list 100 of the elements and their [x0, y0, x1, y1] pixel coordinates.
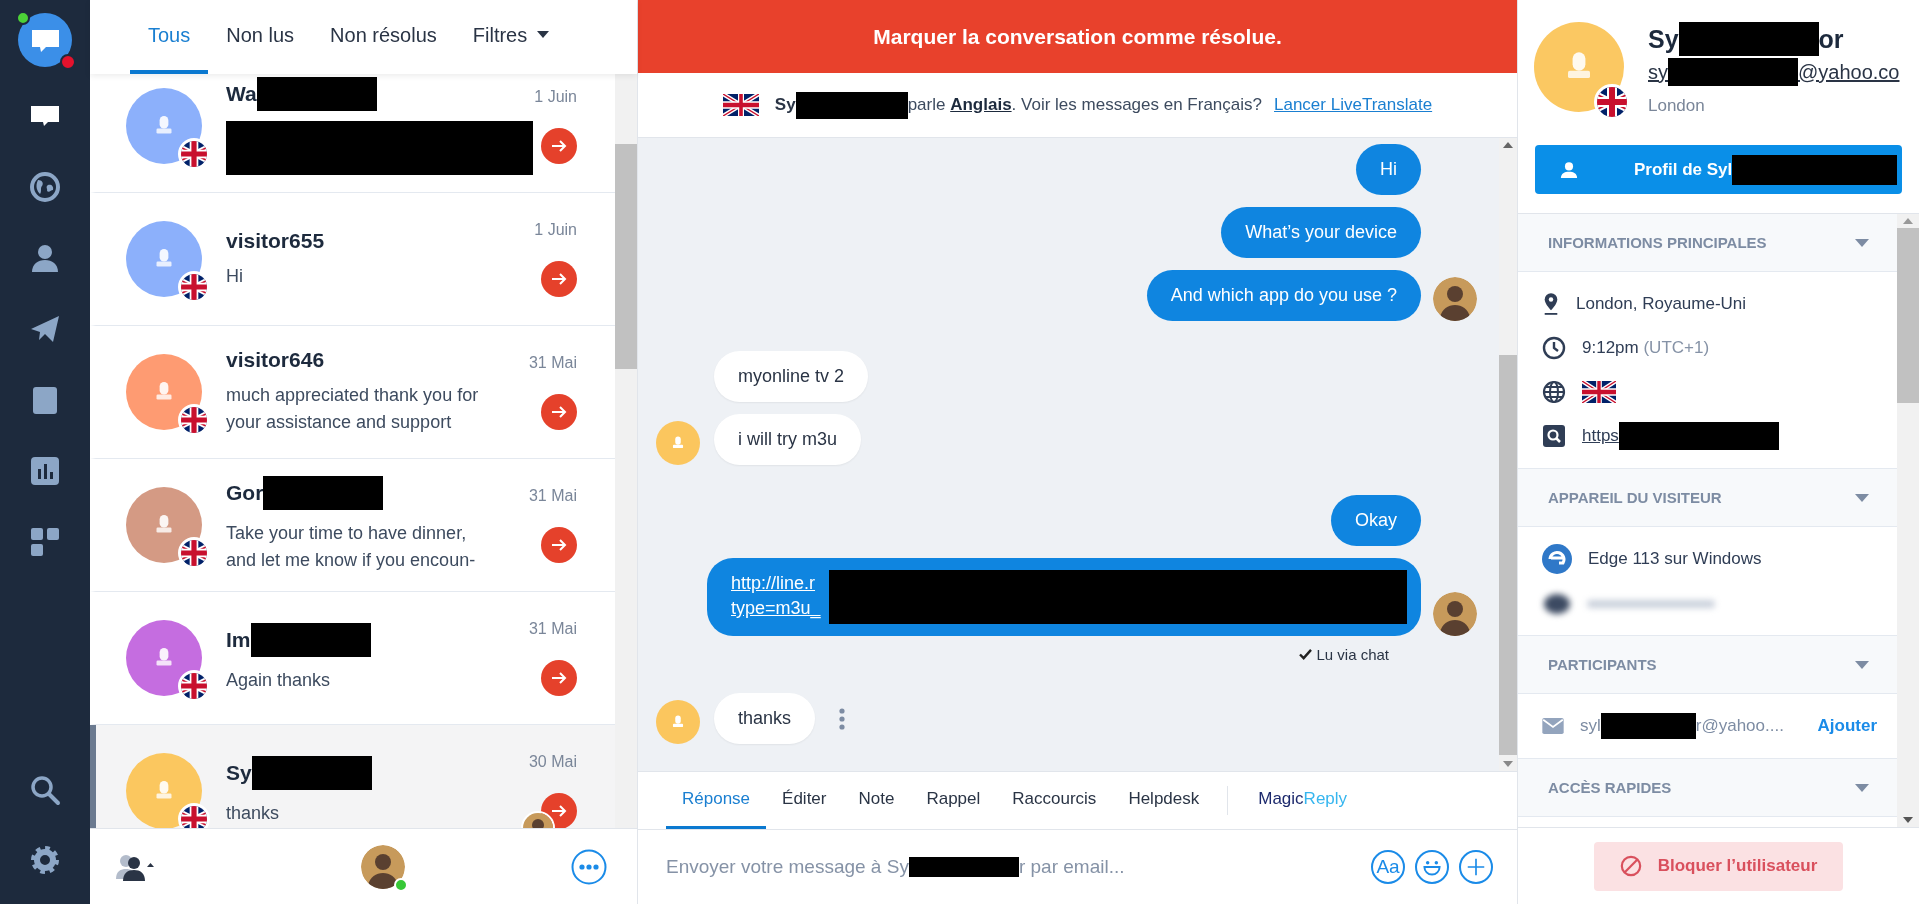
caret-icon	[1855, 783, 1869, 792]
message-bubble: myonline tv 2	[714, 351, 869, 402]
open-conversation-button[interactable]	[541, 394, 577, 430]
location-pin-icon	[1542, 292, 1560, 316]
scrollbar[interactable]	[615, 74, 637, 828]
search-icon[interactable]	[29, 774, 61, 806]
scroll-down-icon[interactable]	[1903, 817, 1913, 823]
agent-avatar[interactable]	[360, 844, 405, 889]
participant-email: r@yahoo....	[1695, 716, 1784, 736]
conversation-item[interactable]: Im Again thanks 31 Mai	[90, 592, 615, 725]
open-conversation-button[interactable]	[541, 128, 577, 164]
agent-avatar	[1433, 277, 1477, 321]
compose-tab[interactable]: Réponse	[666, 772, 767, 829]
conversation-item[interactable]: Sy thanks 30 Mai	[90, 725, 615, 828]
mail-icon	[1542, 718, 1564, 734]
scroll-down-icon[interactable]	[1503, 761, 1513, 767]
conversation-item[interactable]: visitor646 much appreciated thank you for your assistance and support 31 Mai	[90, 326, 615, 459]
visitor-name: or	[1818, 24, 1844, 54]
ban-icon	[1619, 855, 1642, 877]
conversation-item[interactable]: Wa 1 Juin	[90, 74, 615, 193]
read-receipt: Lu via chat	[1316, 646, 1389, 663]
compose-tab[interactable]: Éditer	[766, 772, 843, 829]
clock-icon	[1542, 336, 1566, 360]
message-link[interactable]: http://line.r	[731, 573, 816, 593]
open-conversation-button[interactable]	[541, 261, 577, 297]
filter-tab[interactable]: Non lus	[208, 0, 313, 74]
compose-tab[interactable]: Note	[842, 772, 911, 829]
scroll-up-icon[interactable]	[1503, 142, 1513, 148]
visitor-name: visitor655	[226, 228, 325, 253]
visitor-avatar	[656, 421, 700, 465]
conversation-item[interactable]: Gor Take your time to have dinner, and let me know if you encoun- 31 Mai	[90, 459, 615, 592]
visitor-name: Wa	[226, 82, 257, 106]
uk-flag-icon	[1582, 381, 1616, 403]
conversation-date: 31 Mai	[528, 487, 577, 505]
conversation-date: 1 Juin	[534, 88, 577, 106]
uk-flag-icon	[722, 94, 759, 116]
conversation-date: 31 Mai	[528, 354, 577, 372]
more-button[interactable]	[571, 848, 607, 885]
message-bubble: What’s your device	[1221, 207, 1421, 258]
email-link[interactable]: sy	[1648, 60, 1668, 84]
resolve-banner-button[interactable]: Marquer la conversation comme résolue.	[638, 0, 1517, 73]
caret-icon	[1855, 660, 1869, 669]
visitor-name: Im	[226, 627, 251, 652]
emoji-button[interactable]	[1415, 850, 1449, 884]
location-text: London, Royaume-Uni	[1576, 294, 1747, 314]
compose-tab[interactable]: Helpdesk	[1112, 772, 1216, 829]
message-preview: Again thanks	[226, 668, 332, 692]
agents-menu-button[interactable]	[114, 852, 154, 881]
livetranslate-link[interactable]: Lancer LiveTranslate	[1274, 95, 1433, 115]
compose-tab[interactable]: Raccourcis	[996, 772, 1113, 829]
add-button[interactable]	[1459, 850, 1493, 884]
compose-tab[interactable]: MagicReply	[1242, 772, 1364, 829]
visitor-name: Gor	[226, 481, 264, 505]
message-bubble: thanks	[714, 693, 816, 744]
scroll-up-icon[interactable]	[1903, 218, 1913, 224]
filter-tab[interactable]: Tous	[130, 0, 209, 74]
uk-flag-icon	[178, 803, 210, 828]
local-time: 9:12pm (UTC+1)	[1582, 338, 1710, 358]
conversation-item[interactable]: visitor655 Hi 1 Juin	[90, 193, 615, 326]
search-icon	[1542, 424, 1566, 448]
message-bubble: i will try m3u	[714, 414, 861, 465]
browser-icon	[1542, 544, 1572, 574]
grid-icon[interactable]	[29, 526, 61, 558]
settings-icon[interactable]	[29, 844, 61, 876]
agent-avatar	[1433, 592, 1477, 636]
message-preview: thanks	[226, 801, 281, 825]
page-link[interactable]: https	[1582, 426, 1619, 446]
globe-icon	[1542, 380, 1566, 404]
chart-icon[interactable]	[29, 455, 61, 487]
visitor-name: Sy	[774, 95, 796, 115]
open-conversation-button[interactable]	[541, 660, 577, 696]
message-preview: Take your time to have dinner, and let me know if you encoun-	[226, 522, 477, 572]
format-button[interactable]: Aa	[1371, 850, 1405, 884]
email-link[interactable]: @yahoo.co	[1798, 60, 1900, 84]
message-bubble: Okay	[1331, 495, 1421, 546]
conversation-date: 1 Juin	[534, 221, 577, 239]
visitor-avatar	[656, 700, 700, 744]
browser-text: Edge 113 sur Windows	[1588, 549, 1762, 569]
user-icon	[1560, 160, 1578, 179]
conversation-date: 31 Mai	[528, 620, 577, 638]
conversation-date: 30 Mai	[528, 753, 577, 771]
caret-icon	[1855, 493, 1869, 502]
caret-icon	[537, 31, 550, 39]
person-icon[interactable]	[29, 242, 61, 274]
add-link[interactable]: Ajouter	[1817, 716, 1877, 736]
visitor-name: Sy	[226, 760, 252, 785]
language-notice: parle Anglais. Voir les messages en Français?	[907, 95, 1262, 115]
participant-email: syl	[1580, 716, 1601, 736]
caret-icon	[1855, 238, 1869, 247]
message-bubble: And which app do you use ?	[1146, 270, 1421, 321]
message-preview: Hi	[226, 264, 244, 288]
filter-tab[interactable]: Filtres	[454, 0, 568, 74]
globe-icon[interactable]	[29, 171, 61, 203]
filter-tab[interactable]: Non résolus	[312, 0, 455, 74]
scrollbar[interactable]	[1499, 138, 1517, 771]
message-menu-icon[interactable]	[839, 707, 846, 730]
open-conversation-button[interactable]	[541, 527, 577, 563]
scrollbar[interactable]	[1897, 214, 1919, 827]
compose-tab[interactable]: Rappel	[910, 772, 997, 829]
message-link[interactable]: type=m3u_	[731, 598, 821, 618]
